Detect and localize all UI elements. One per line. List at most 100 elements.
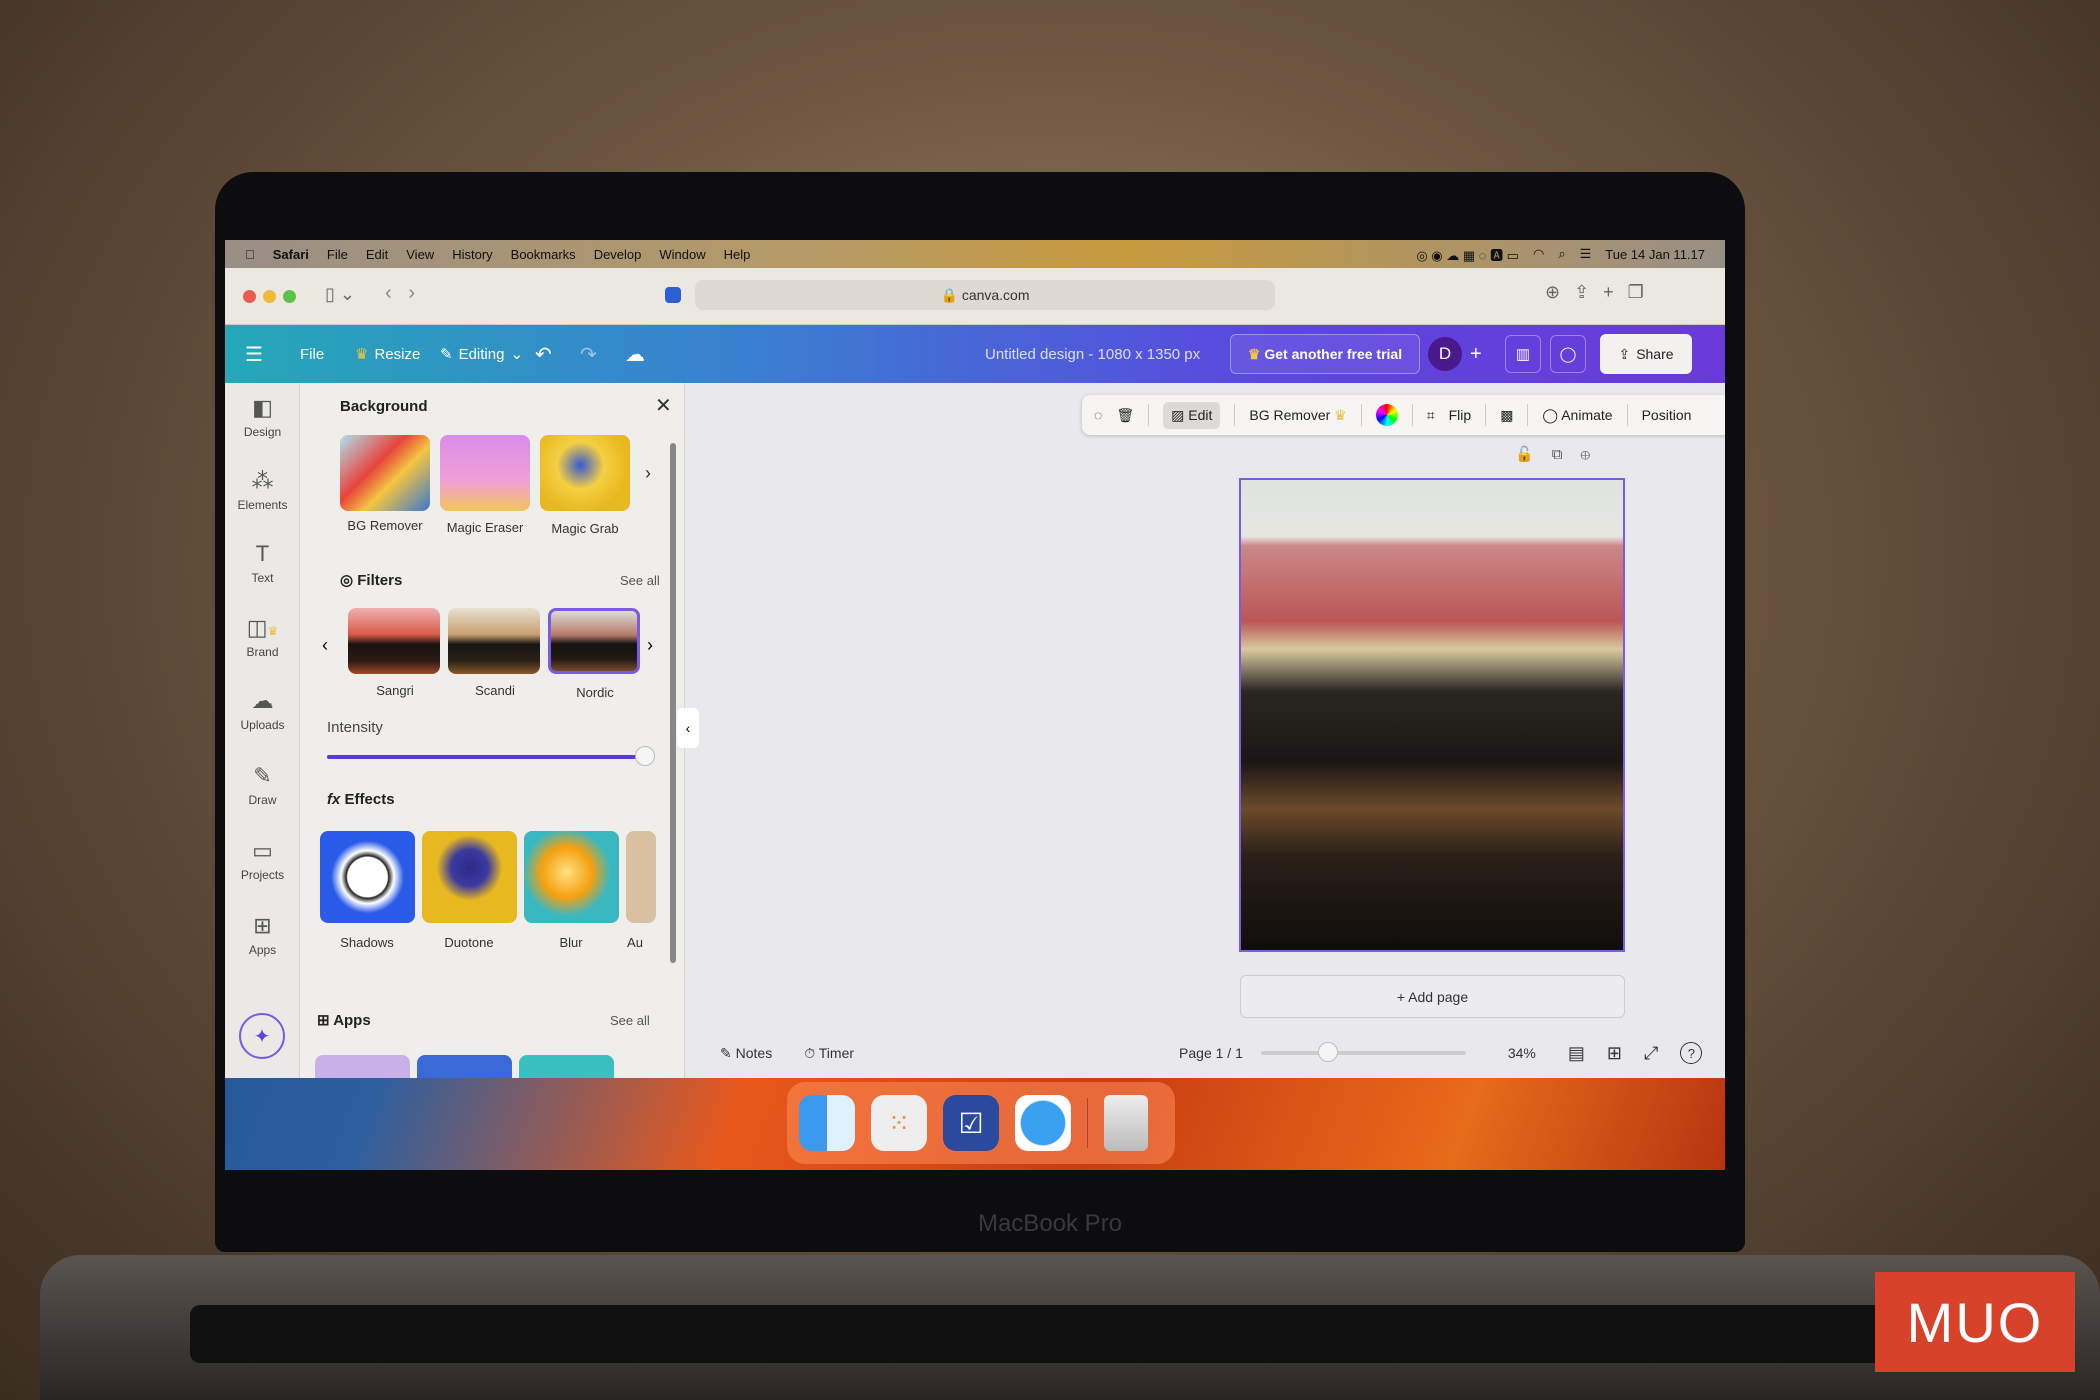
notes-button[interactable]: ✎ Notes [720,1045,772,1062]
redo-button[interactable]: ↷ [580,325,597,383]
tab-favicon[interactable] [665,287,681,303]
transparency-icon[interactable]: ▩ [1500,407,1513,424]
intensity-slider[interactable] [327,746,655,766]
timer-button[interactable]: ⏱ Timer [804,1045,854,1062]
intensity-handle[interactable] [635,746,655,766]
magic-eraser-thumb[interactable] [440,435,530,511]
share-button[interactable]: ⇪ Share [1600,334,1692,374]
menu-history[interactable]: History [452,247,492,262]
crop-icon[interactable]: ⌗ [1427,407,1435,424]
comment-icon[interactable]: ◯ [1550,335,1586,373]
cloud-save-icon[interactable]: ☁ [625,325,645,383]
flip-button[interactable]: Flip [1449,407,1472,423]
chevron-left-icon[interactable]: ‹ [322,635,328,656]
filter-nordic[interactable] [548,608,640,674]
app-thumb[interactable] [315,1055,410,1078]
rail-draw[interactable]: ✎ Draw [225,763,300,807]
design-page-photo[interactable] [1239,478,1625,952]
chevron-right-icon[interactable]: › [647,635,653,656]
resize-button[interactable]: ♛ Resize [355,325,420,383]
trash-icon[interactable] [1104,1095,1148,1151]
launchpad-icon[interactable]: ⁙ [871,1095,927,1151]
zoom-window-button[interactable] [283,290,296,303]
apps-see-all[interactable]: See all [610,1013,650,1028]
close-icon[interactable]: ✕ [655,393,672,418]
fullscreen-icon[interactable]: ⤢ [1644,1043,1658,1064]
sidebar-icon[interactable]: ▯ ⌄ [325,284,355,305]
comment-add-icon[interactable]: ◌ [1094,407,1102,423]
filter-sangri[interactable] [348,608,440,674]
chevron-right-icon[interactable]: › [645,463,651,484]
finder-icon[interactable] [799,1095,855,1151]
editing-dropdown[interactable]: ✎ Editing ⌄ [440,325,523,383]
undo-button[interactable]: ↶ [535,325,552,383]
effect-auto[interactable] [626,831,656,923]
bg-remover-thumb[interactable] [340,435,430,511]
page-view-icon[interactable]: ▤ [1568,1043,1585,1064]
color-wheel-button[interactable] [1375,404,1398,426]
add-page-icon[interactable]: ⊕ [1580,446,1608,463]
collapse-panel-button[interactable]: ‹ [677,708,699,748]
rail-projects[interactable]: ▭ Projects [225,838,300,882]
rail-apps[interactable]: ⊞ Apps [225,913,300,957]
safari-right-icons[interactable]: ⊕⇪+❐ [1545,282,1658,303]
zoom-slider[interactable] [1260,1042,1466,1062]
page-indicator[interactable]: Page 1 / 1 [1179,1045,1243,1061]
grid-view-icon[interactable]: ⊞ [1607,1043,1622,1064]
rail-text[interactable]: T Text [225,541,300,585]
app-thumb[interactable] [519,1055,614,1078]
menu-icon[interactable]: ☰ [245,325,263,383]
address-bar[interactable]: 🔒 canva.com [695,280,1275,310]
menu-bookmarks[interactable]: Bookmarks [511,247,576,262]
magic-grab-thumb[interactable] [540,435,630,511]
avatar[interactable]: D [1428,337,1462,371]
menu-view[interactable]: View [406,247,434,262]
lock-icon[interactable]: 🔓 [1515,446,1552,463]
position-button[interactable]: Position [1642,407,1692,423]
menu-help[interactable]: Help [724,247,751,262]
effect-shadows[interactable] [320,831,415,923]
rail-uploads[interactable]: ☁ Uploads [225,688,300,732]
control-center-icon[interactable]: ☰ [1580,246,1592,262]
magic-sparkle-button[interactable]: ✦ [239,1013,285,1059]
menu-develop[interactable]: Develop [594,247,642,262]
add-page-button[interactable]: + Add page [1240,975,1625,1018]
bg-remover-button[interactable]: BG Remover ♛ [1249,407,1346,424]
panel-scrollbar[interactable] [670,443,676,963]
design-title[interactable]: Untitled design - 1080 x 1350 px [985,325,1200,383]
close-window-button[interactable] [243,290,256,303]
page-actions[interactable]: 🔓⧉⊕ [1515,445,1608,463]
menu-safari[interactable]: Safari [273,247,309,262]
clock[interactable]: Tue 14 Jan 11.17 [1605,247,1705,262]
zoom-level[interactable]: 34% [1508,1045,1536,1061]
apple-icon[interactable]:  [245,247,255,262]
filter-scandi[interactable] [448,608,540,674]
menu-window[interactable]: Window [659,247,705,262]
back-forward-icons[interactable]: ‹ › [385,282,415,305]
menu-edit[interactable]: Edit [366,247,388,262]
safari-icon[interactable] [1015,1095,1071,1151]
trash-icon[interactable]: 🗑 [1116,407,1134,424]
status-icons[interactable]: ◎ ◉ ☁ ▦ ◌ 🅰 ▭ [1416,245,1519,264]
menu-file[interactable]: File [327,247,348,262]
rail-elements[interactable]: ⁂ Elements [225,468,300,512]
zoom-handle[interactable] [1318,1042,1339,1062]
wifi-icon[interactable]: ◠ [1533,246,1544,262]
rail-brand[interactable]: ◫♛ Brand [225,615,300,659]
duplicate-icon[interactable]: ⧉ [1552,446,1581,463]
tasks-app-icon[interactable]: ☑ [943,1095,999,1151]
help-icon[interactable]: ? [1680,1042,1703,1064]
minimize-window-button[interactable] [263,290,276,303]
add-collaborator-button[interactable]: + [1470,325,1482,383]
filters-see-all[interactable]: See all [620,573,660,588]
edit-button[interactable]: ▨ Edit [1163,401,1221,429]
analytics-icon[interactable]: ▥ [1505,335,1541,373]
search-icon[interactable]: ⌕ [1558,246,1565,262]
animate-button[interactable]: ◯ Animate [1542,407,1612,424]
effect-blur[interactable] [524,831,619,923]
rail-design[interactable]: ◧ Design [225,395,300,439]
file-button[interactable]: File [300,325,324,383]
app-thumb[interactable] [417,1055,512,1078]
effect-duotone[interactable] [422,831,517,923]
free-trial-button[interactable]: ♛ Get another free trial [1230,334,1420,374]
